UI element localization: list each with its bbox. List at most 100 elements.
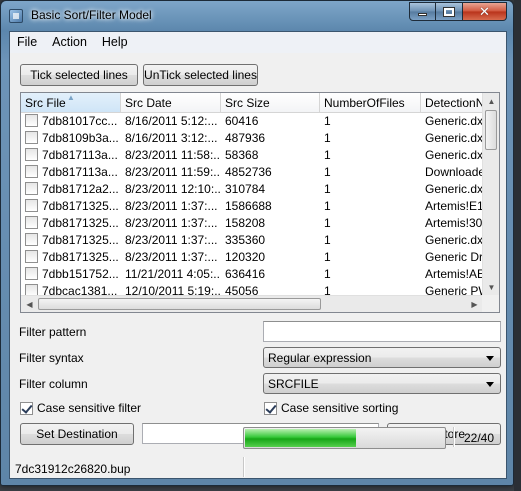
table-cell-size: 4852736 <box>221 164 320 181</box>
row-checkbox[interactable] <box>25 267 38 280</box>
minimize-button[interactable] <box>409 2 436 21</box>
table-row[interactable]: 7db81017cc... 8/16/2011 5:12:... 60416 1 Gen… <box>21 113 499 130</box>
table-cell-date: 8/16/2011 3:12:... <box>121 130 221 147</box>
scroll-down-icon[interactable]: ▼ <box>483 279 499 296</box>
menu-file[interactable]: File <box>10 32 45 53</box>
progress-fill <box>245 429 356 447</box>
table-cell-date: 8/23/2011 11:59:... <box>121 164 221 181</box>
vertical-scroll-thumb[interactable] <box>485 110 497 150</box>
row-checkbox[interactable] <box>25 148 38 161</box>
column-header-src-date[interactable]: Src Date <box>121 93 221 113</box>
column-header-number-of-files[interactable]: NumberOfFiles <box>320 93 421 113</box>
row-checkbox[interactable] <box>25 250 38 263</box>
case-sensitive-filter-label: Case sensitive filter <box>37 401 142 415</box>
filter-pattern-input[interactable] <box>263 321 501 342</box>
row-checkbox[interactable] <box>25 131 38 144</box>
set-destination-button[interactable]: Set Destination <box>20 423 134 445</box>
row-checkbox[interactable] <box>25 233 38 246</box>
case-sensitive-filter-checkbox[interactable]: Case sensitive filter <box>20 401 141 415</box>
menu-action[interactable]: Action <box>45 32 95 53</box>
horizontal-scroll-thumb[interactable] <box>38 298 321 310</box>
chevron-down-icon <box>486 356 494 361</box>
table-row[interactable]: 7db8171325... 8/23/2011 1:37:... 120320 1 Ge… <box>21 249 499 266</box>
cell-text: 158208 <box>225 216 266 230</box>
cell-text: 1 <box>324 199 331 213</box>
table-row[interactable]: 7dbb151752... 11/21/2011 4:05:... 636416 1 A… <box>21 266 499 283</box>
untick-selected-button[interactable]: UnTick selected lines <box>143 64 258 86</box>
table-cell-file: 7db8171325... <box>21 249 121 266</box>
table-cell-date: 8/23/2011 1:37:... <box>121 232 221 249</box>
table-cell-count: 1 <box>320 130 421 147</box>
status-separator <box>243 457 245 477</box>
cell-text: 4852736 <box>225 165 272 179</box>
cell-text: Generic.dx! <box>425 182 487 196</box>
column-header-src-size[interactable]: Src Size <box>221 93 320 113</box>
table-row[interactable]: 7db81712a2... 8/23/2011 12:10:... 310784 1 G… <box>21 181 499 198</box>
tick-selected-button[interactable]: Tick selected lines <box>20 64 138 86</box>
client-area: File Action Help Tick selected lines UnT… <box>9 31 507 479</box>
menu-help[interactable]: Help <box>95 32 136 53</box>
menu-bar: File Action Help <box>10 32 506 53</box>
cell-text: 1 <box>324 165 331 179</box>
row-checkbox[interactable] <box>25 182 38 195</box>
progress-count: 22/40 <box>464 431 495 445</box>
table-cell-count: 1 <box>320 215 421 232</box>
case-sensitive-sorting-checkbox[interactable]: Case sensitive sorting <box>264 401 398 415</box>
table-cell-file: 7db817113a... <box>21 164 121 181</box>
cell-text: Generic Drc <box>425 250 490 264</box>
row-checkbox[interactable] <box>25 199 38 212</box>
column-header-src-file[interactable]: ▲ Src File <box>21 93 121 113</box>
caption-buttons: ✕ <box>409 2 507 21</box>
table-cell-date: 8/23/2011 1:37:... <box>121 249 221 266</box>
scroll-up-icon[interactable]: ▲ <box>483 93 499 110</box>
status-separator <box>453 427 455 447</box>
cell-text: 1 <box>324 267 331 281</box>
table-cell-file: 7db8109b3a... <box>21 130 121 147</box>
sort-ascending-icon: ▲ <box>67 93 75 102</box>
row-checkbox[interactable] <box>25 114 38 127</box>
scroll-right-icon[interactable]: ▶ <box>466 296 483 312</box>
filter-syntax-value: Regular expression <box>268 351 372 365</box>
table-row[interactable]: 7db8171325... 8/23/2011 1:37:... 158208 1 Ar… <box>21 215 499 232</box>
cell-text: 1 <box>324 131 331 145</box>
table-cell-size: 158208 <box>221 215 320 232</box>
cell-text: 1 <box>324 250 331 264</box>
row-checkbox[interactable] <box>25 165 38 178</box>
cell-text: 7db8109b3a... <box>42 131 119 145</box>
table-cell-date: 8/16/2011 5:12:... <box>121 113 221 130</box>
chevron-down-icon <box>486 382 494 387</box>
table-cell-count: 1 <box>320 198 421 215</box>
table-cell-size: 58368 <box>221 147 320 164</box>
filter-column-select[interactable]: SRCFILE <box>263 373 501 394</box>
scroll-corner <box>482 295 499 312</box>
maximize-button[interactable] <box>436 2 463 21</box>
scroll-left-icon[interactable]: ◀ <box>21 296 38 312</box>
table-cell-file: 7dbb151752... <box>21 266 121 283</box>
table-row[interactable]: 7db8171325... 8/23/2011 1:37:... 1586688 1 A… <box>21 198 499 215</box>
row-checkbox[interactable] <box>25 216 38 229</box>
cell-text: 58368 <box>225 148 259 162</box>
table-cell-size: 487936 <box>221 130 320 147</box>
cell-text: 8/23/2011 11:58:... <box>125 148 221 162</box>
cell-text: 60416 <box>225 114 259 128</box>
table-cell-count: 1 <box>320 113 421 130</box>
table-row[interactable]: 7db817113a... 8/23/2011 11:59:... 4852736 1… <box>21 164 499 181</box>
table-row[interactable]: 7db8109b3a... 8/16/2011 3:12:... 487936 1 Ge… <box>21 130 499 147</box>
cell-text: Artemis!AEI <box>425 267 489 281</box>
filter-syntax-label: Filter syntax <box>19 351 84 365</box>
close-button[interactable]: ✕ <box>463 2 507 21</box>
table-cell-date: 8/23/2011 12:10:... <box>121 181 221 198</box>
table-cell-file: 7db8171325... <box>21 198 121 215</box>
checkbox-checked-icon[interactable] <box>20 401 33 415</box>
table-cell-size: 636416 <box>221 266 320 283</box>
horizontal-scrollbar[interactable]: ◀ ▶ <box>21 295 483 312</box>
table-cell-date: 8/23/2011 1:37:... <box>121 198 221 215</box>
title-bar[interactable]: Basic Sort/Filter Model ✕ <box>1 1 513 31</box>
checkbox-checked-icon[interactable] <box>264 401 277 415</box>
table-cell-date: 11/21/2011 4:05:... <box>121 266 221 283</box>
table-row[interactable]: 7db817113a... 8/23/2011 11:58:... 58368 1 Ge… <box>21 147 499 164</box>
filter-syntax-select[interactable]: Regular expression <box>263 347 501 368</box>
cell-text: 1 <box>324 148 331 162</box>
vertical-scrollbar[interactable]: ▲ ▼ <box>482 93 499 296</box>
table-row[interactable]: 7db8171325... 8/23/2011 1:37:... 335360 1 Ge… <box>21 232 499 249</box>
